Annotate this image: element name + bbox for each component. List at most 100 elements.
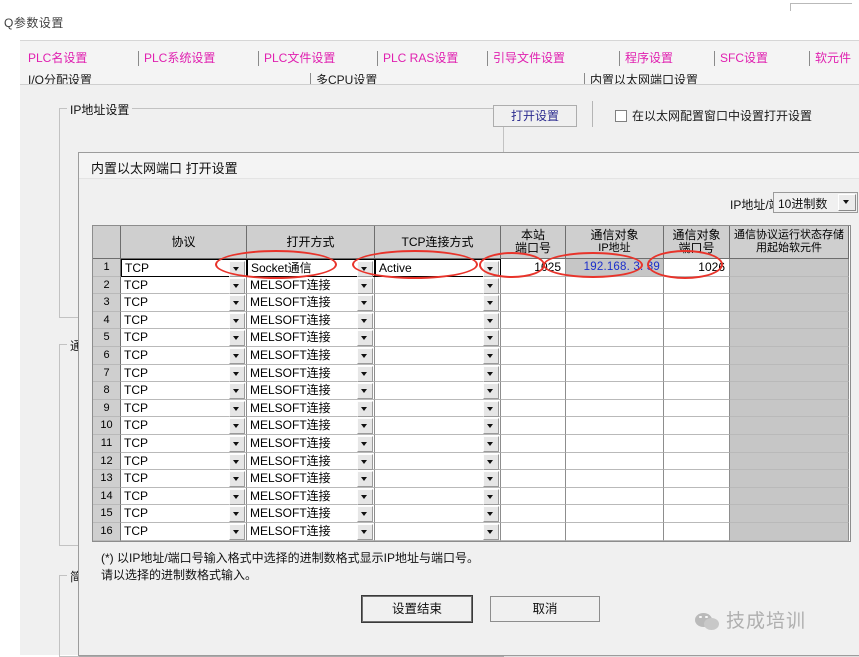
- cell-peer-ip[interactable]: [566, 382, 664, 400]
- cell-tcp_mode-dropdown[interactable]: [375, 435, 501, 453]
- chevron-down-icon[interactable]: [229, 454, 245, 470]
- cell-local_port[interactable]: [501, 294, 566, 312]
- chevron-down-icon[interactable]: [357, 401, 373, 417]
- cell-protocol-dropdown[interactable]: TCP: [121, 347, 247, 365]
- cell-tcp_mode-dropdown[interactable]: [375, 312, 501, 330]
- cell-local_port[interactable]: [501, 400, 566, 418]
- cell-local_port[interactable]: [501, 417, 566, 435]
- cell-open_method-dropdown[interactable]: MELSOFT连接: [247, 365, 375, 383]
- cell-peer-ip[interactable]: 192.168. 3. 39: [566, 259, 664, 277]
- cell-peer_port[interactable]: [664, 312, 730, 330]
- chevron-down-icon[interactable]: [357, 418, 373, 434]
- cell-tcp_mode-dropdown[interactable]: [375, 382, 501, 400]
- chevron-down-icon[interactable]: [229, 401, 245, 417]
- cell-tcp_mode-dropdown[interactable]: [375, 505, 501, 523]
- table-row[interactable]: 14TCPMELSOFT连接: [93, 488, 850, 506]
- cell-tcp_mode-dropdown[interactable]: [375, 329, 501, 347]
- table-row[interactable]: 11TCPMELSOFT连接: [93, 435, 850, 453]
- cell-local_port[interactable]: 1025: [501, 259, 566, 277]
- cell-local_port[interactable]: [501, 505, 566, 523]
- cell-tcp_mode-dropdown[interactable]: [375, 277, 501, 295]
- chevron-down-icon[interactable]: [483, 436, 499, 452]
- chevron-down-icon[interactable]: [229, 348, 245, 364]
- cell-local_port[interactable]: [501, 365, 566, 383]
- chevron-down-icon[interactable]: [483, 401, 499, 417]
- cell-peer_port[interactable]: [664, 294, 730, 312]
- cell-tcp_mode-dropdown[interactable]: [375, 347, 501, 365]
- cell-local_port[interactable]: [501, 382, 566, 400]
- cell-tcp_mode-dropdown[interactable]: [375, 488, 501, 506]
- chevron-down-icon[interactable]: [357, 261, 373, 277]
- cell-open_method-dropdown[interactable]: MELSOFT连接: [247, 312, 375, 330]
- cell-tcp_mode-dropdown[interactable]: [375, 400, 501, 418]
- tab-program[interactable]: 程序设置: [625, 49, 673, 67]
- cell-protocol-dropdown[interactable]: TCP: [121, 488, 247, 506]
- cell-local_port[interactable]: [501, 523, 566, 541]
- chevron-down-icon[interactable]: [229, 418, 245, 434]
- cell-peer_port[interactable]: [664, 435, 730, 453]
- chevron-down-icon[interactable]: [483, 330, 499, 346]
- cell-protocol-dropdown[interactable]: TCP: [121, 329, 247, 347]
- tab-device[interactable]: 软元件: [815, 49, 851, 67]
- cell-tcp_mode-dropdown[interactable]: [375, 453, 501, 471]
- chevron-down-icon[interactable]: [229, 330, 245, 346]
- tab-boot-file[interactable]: 引导文件设置: [493, 49, 565, 67]
- chevron-down-icon[interactable]: [483, 454, 499, 470]
- cell-protocol-dropdown[interactable]: TCP: [121, 259, 247, 277]
- cell-open_method-dropdown[interactable]: MELSOFT连接: [247, 329, 375, 347]
- chevron-down-icon[interactable]: [483, 295, 499, 311]
- cell-peer_port[interactable]: [664, 329, 730, 347]
- cell-protocol-dropdown[interactable]: TCP: [121, 277, 247, 295]
- cell-peer_port[interactable]: [664, 470, 730, 488]
- cell-peer-ip[interactable]: [566, 294, 664, 312]
- chevron-down-icon[interactable]: [357, 313, 373, 329]
- chevron-down-icon[interactable]: [483, 471, 499, 487]
- cell-open_method-dropdown[interactable]: MELSOFT连接: [247, 505, 375, 523]
- cell-open_method-dropdown[interactable]: MELSOFT连接: [247, 523, 375, 541]
- chevron-down-icon[interactable]: [229, 524, 245, 540]
- cell-peer_port[interactable]: [664, 453, 730, 471]
- cell-peer_port[interactable]: [664, 347, 730, 365]
- cell-peer-ip[interactable]: [566, 400, 664, 418]
- chevron-down-icon[interactable]: [229, 278, 245, 294]
- chevron-down-icon[interactable]: [357, 524, 373, 540]
- chevron-down-icon[interactable]: [357, 366, 373, 382]
- table-row[interactable]: 2TCPMELSOFT连接: [93, 277, 850, 295]
- chevron-down-icon[interactable]: [229, 261, 245, 277]
- cell-protocol-dropdown[interactable]: TCP: [121, 365, 247, 383]
- cell-peer_port[interactable]: [664, 365, 730, 383]
- chevron-down-icon[interactable]: [229, 436, 245, 452]
- cell-peer-ip[interactable]: [566, 347, 664, 365]
- cell-protocol-dropdown[interactable]: TCP: [121, 453, 247, 471]
- chevron-down-icon[interactable]: [357, 348, 373, 364]
- chevron-down-icon[interactable]: [483, 278, 499, 294]
- cell-peer_port[interactable]: [664, 523, 730, 541]
- chevron-down-icon[interactable]: [357, 295, 373, 311]
- table-row[interactable]: 7TCPMELSOFT连接: [93, 365, 850, 383]
- chevron-down-icon[interactable]: [229, 471, 245, 487]
- cell-tcp_mode-dropdown[interactable]: [375, 294, 501, 312]
- chevron-down-icon[interactable]: [357, 454, 373, 470]
- cell-local_port[interactable]: [501, 277, 566, 295]
- chevron-down-icon[interactable]: [229, 295, 245, 311]
- table-row[interactable]: 12TCPMELSOFT连接: [93, 453, 850, 471]
- chevron-down-icon[interactable]: [483, 261, 499, 277]
- cell-protocol-dropdown[interactable]: TCP: [121, 417, 247, 435]
- table-row[interactable]: 16TCPMELSOFT连接: [93, 523, 850, 541]
- chevron-down-icon[interactable]: [483, 383, 499, 399]
- cell-peer_port[interactable]: [664, 488, 730, 506]
- cell-protocol-dropdown[interactable]: TCP: [121, 294, 247, 312]
- chevron-down-icon[interactable]: [229, 489, 245, 505]
- cell-tcp_mode-dropdown[interactable]: [375, 417, 501, 435]
- chevron-down-icon[interactable]: [483, 366, 499, 382]
- cell-open_method-dropdown[interactable]: MELSOFT连接: [247, 277, 375, 295]
- table-row[interactable]: 6TCPMELSOFT连接: [93, 347, 850, 365]
- tab-plc-system[interactable]: PLC系统设置: [144, 49, 215, 67]
- cell-peer-ip[interactable]: [566, 435, 664, 453]
- cell-peer-ip[interactable]: [566, 453, 664, 471]
- cell-peer-ip[interactable]: [566, 417, 664, 435]
- chevron-down-icon[interactable]: [229, 383, 245, 399]
- cell-open_method-dropdown[interactable]: MELSOFT连接: [247, 382, 375, 400]
- cancel-button[interactable]: 取消: [490, 596, 600, 622]
- cell-protocol-dropdown[interactable]: TCP: [121, 505, 247, 523]
